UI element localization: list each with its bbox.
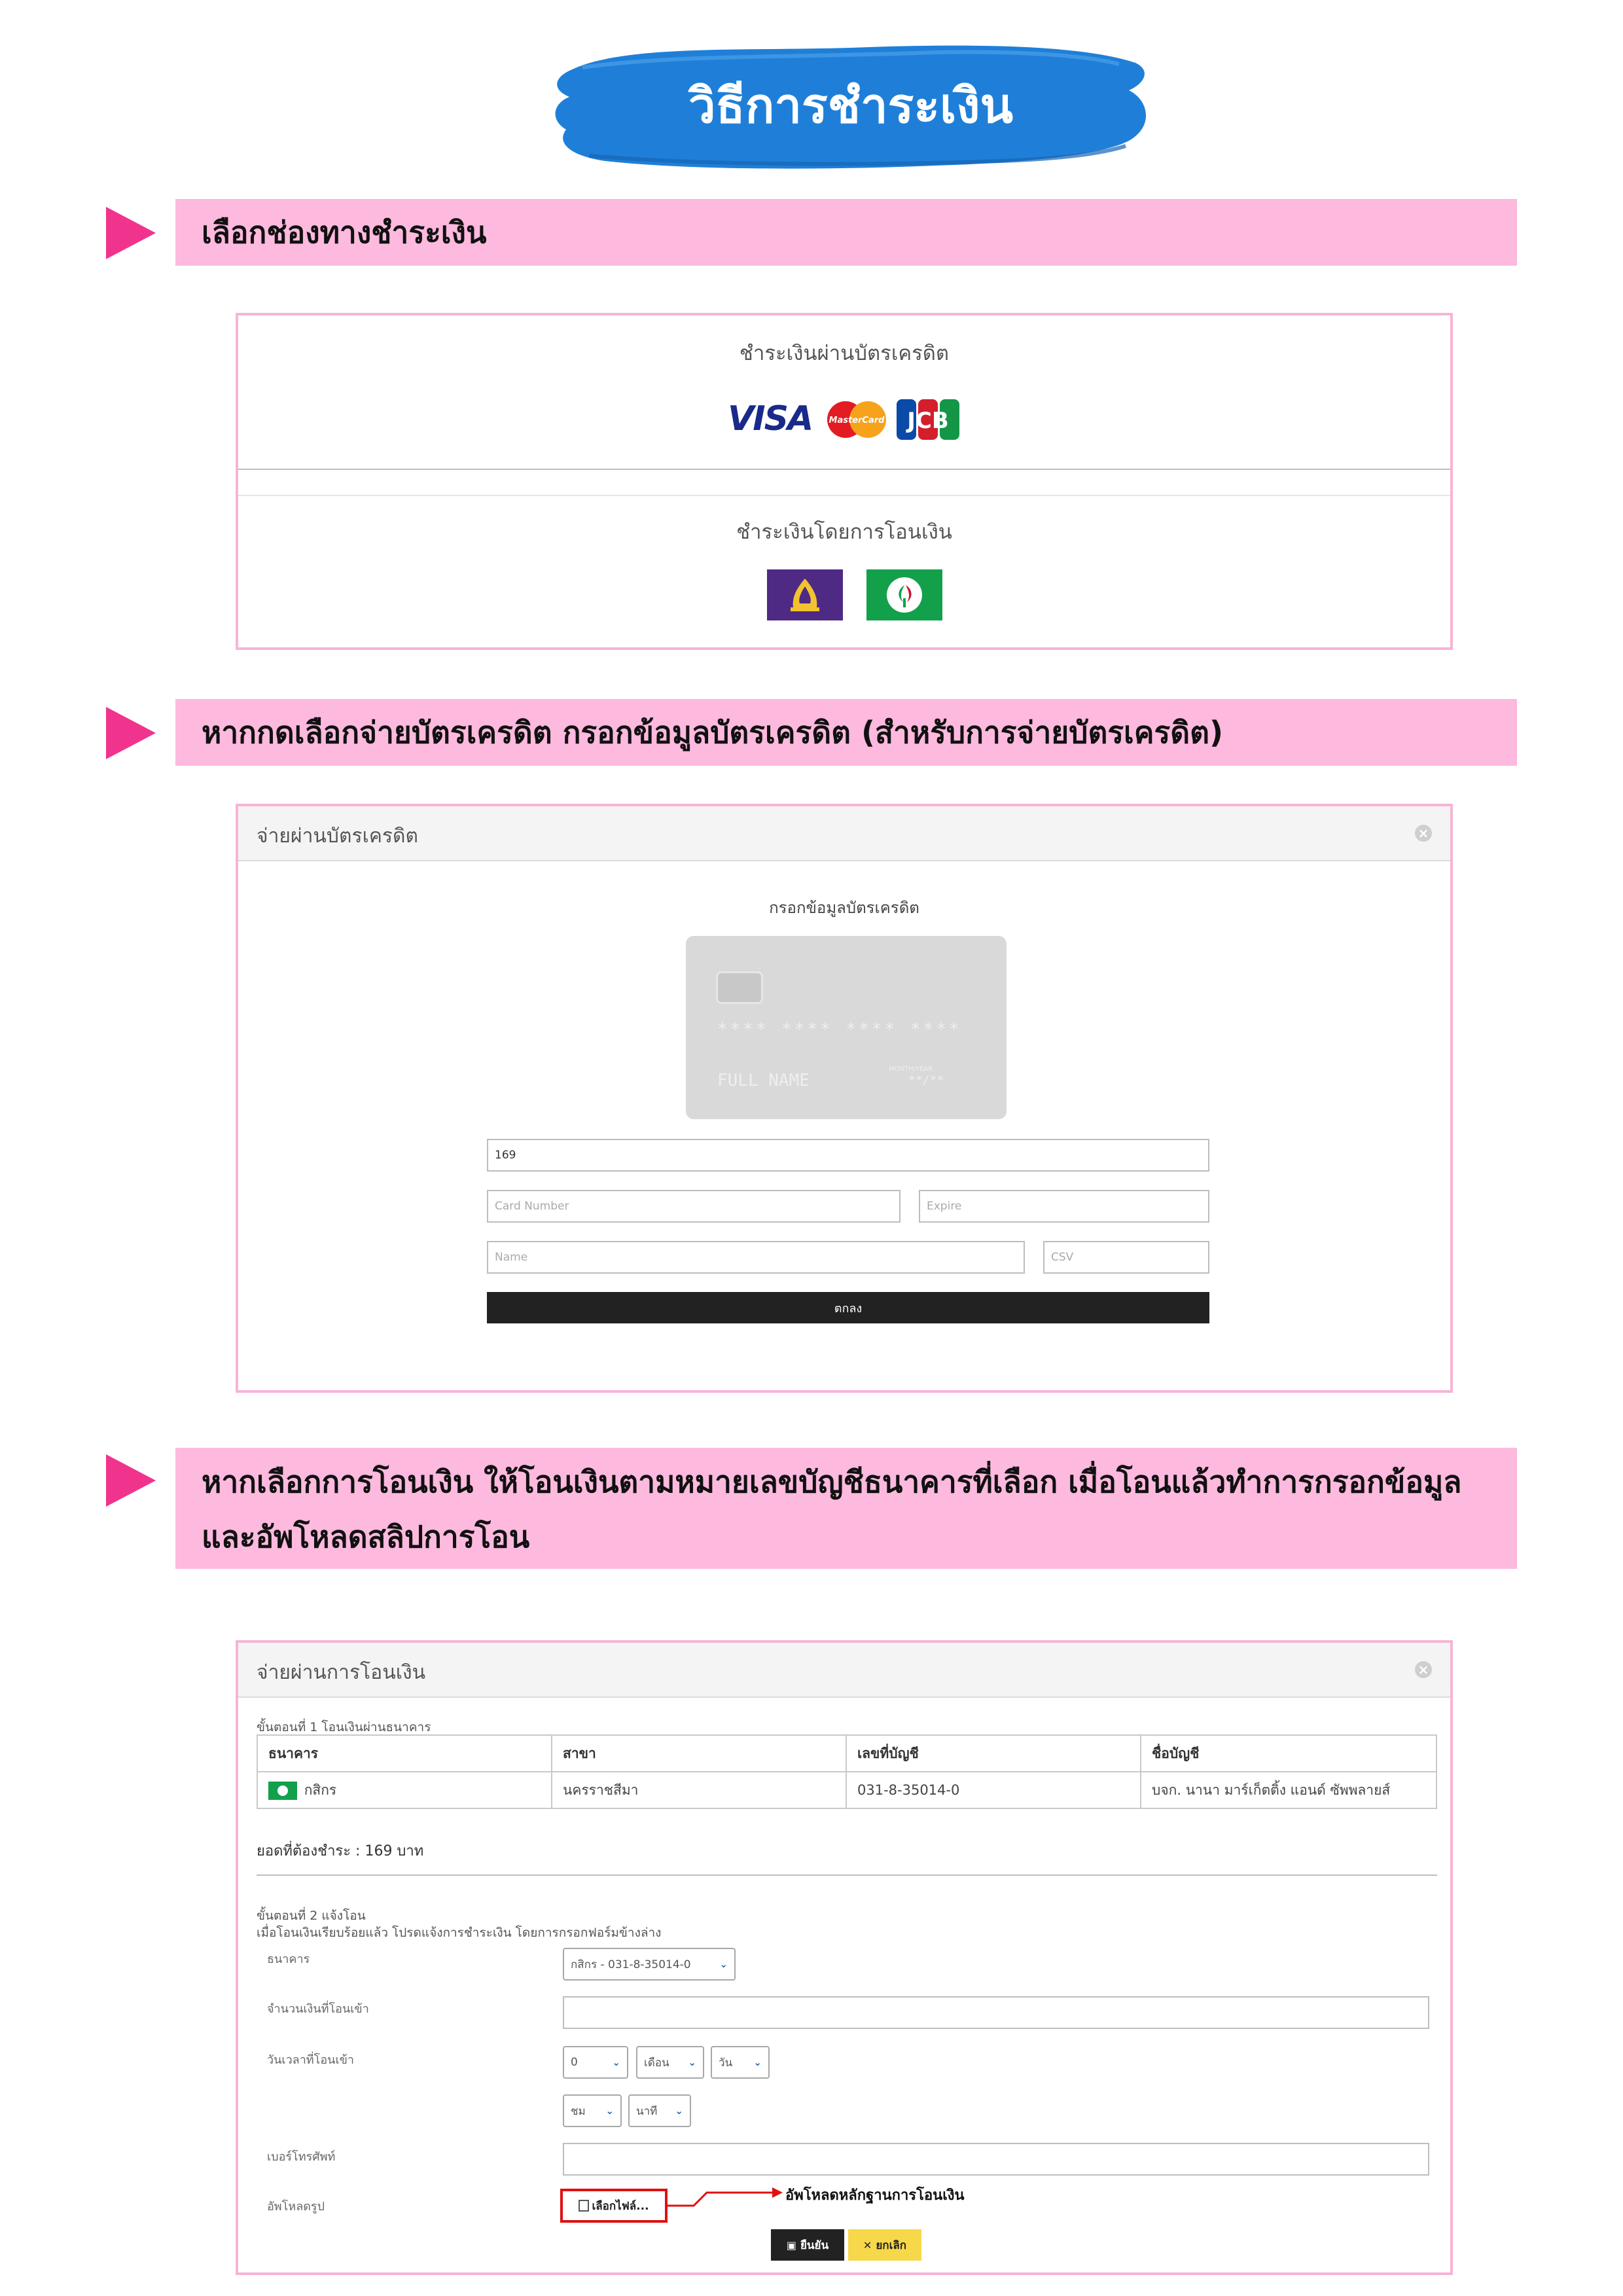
- modal-header: จ่ายผ่านบัตรเครดิต ×: [238, 806, 1450, 861]
- account-name-cell: บจก. นานา มาร์เก็ตติ้ง แอนด์ ซัพพลายส์: [1140, 1771, 1437, 1809]
- card-number-preview: **** **** **** ****: [717, 1020, 962, 1039]
- modal-title: จ่ายผ่านบัตรเครดิต: [257, 825, 418, 848]
- column-header: สาขา: [551, 1734, 847, 1772]
- bank-select-value: กสิกร - 031-8-35014-0: [571, 1958, 691, 1971]
- bank-transfer-option-label: ชำระเงินโดยการโอนเงิน: [736, 520, 952, 544]
- section-arrow-icon: [106, 1454, 156, 1507]
- page-title: วิธีการชำระเงิน: [688, 77, 1014, 134]
- account-number-cell: 031-8-35014-0: [846, 1771, 1141, 1809]
- minute-select[interactable]: นาที ⌄: [628, 2094, 691, 2127]
- card-number-input[interactable]: Card Number: [487, 1190, 901, 1223]
- chevron-down-icon: ⌄: [688, 2056, 696, 2068]
- section-header-1: เลือกช่องทางชำระเงิน: [175, 199, 1517, 266]
- card-expiry-preview: **/**: [908, 1073, 944, 1087]
- divider: [238, 495, 1450, 496]
- mastercard-logo: MasterCard: [827, 401, 886, 438]
- column-header: ชื่อบัญชี: [1140, 1734, 1437, 1772]
- branch-cell: นครราชสีมา: [551, 1771, 847, 1809]
- kbank-logo[interactable]: [866, 569, 942, 620]
- confirm-button[interactable]: ▣ ยืนยัน: [771, 2229, 844, 2261]
- save-icon: ▣: [786, 2238, 796, 2251]
- expire-input[interactable]: Expire: [919, 1190, 1209, 1223]
- minute-select-value: นาที: [636, 2104, 658, 2118]
- form-title: กรอกข้อมูลบัตรเครดิต: [769, 899, 919, 917]
- step2-description: เมื่อโอนเงินเรียบร้อยแล้ว โปรดแจ้งการชำร…: [257, 1926, 662, 1940]
- kbank-icon: [887, 577, 922, 613]
- amount-transferred-input[interactable]: [563, 1996, 1429, 2029]
- upload-label: อัพโหลดรูป: [267, 2200, 325, 2214]
- credit-card-option-label: ชำระเงินผ่านบัตรเครดิต: [739, 342, 950, 365]
- chevron-down-icon: ⌄: [753, 2056, 762, 2068]
- column-header: เลขที่บัญชี: [846, 1734, 1141, 1772]
- submit-button[interactable]: ตกลง: [487, 1292, 1209, 1323]
- hour-select[interactable]: ชม ⌄: [563, 2094, 622, 2127]
- modal-title: จ่ายผ่านการโอนเงิน: [257, 1661, 426, 1684]
- chevron-down-icon: ⌄: [675, 2105, 683, 2117]
- cancel-label: ยกเลิก: [876, 2238, 907, 2252]
- close-icon: ✕: [863, 2238, 872, 2251]
- amount-input[interactable]: 169: [487, 1139, 1209, 1172]
- section-heading-line1: หากเลือกการโอนเงิน ให้โอนเงินตามหมายเลขบ…: [202, 1464, 1462, 1499]
- jcb-logo: JCB: [897, 399, 959, 440]
- bank-label: ธนาคาร: [267, 1952, 310, 1966]
- bank-account-table: ธนาคาร สาขา เลขที่บัญชี ชื่อบัญชี กสิกร …: [257, 1734, 1437, 1809]
- section-header-3: หากเลือกการโอนเงิน ให้โอนเงินตามหมายเลขบ…: [175, 1448, 1517, 1569]
- bank-select[interactable]: กสิกร - 031-8-35014-0 ⌄: [563, 1948, 736, 1981]
- csv-input[interactable]: CSV: [1043, 1241, 1209, 1274]
- phone-input[interactable]: [563, 2143, 1429, 2176]
- svg-text:JCB: JCB: [906, 408, 949, 434]
- chevron-down-icon: ⌄: [612, 2056, 620, 2068]
- section-heading: เลือกช่องทางชำระเงิน: [202, 215, 487, 250]
- table-header-row: ธนาคาร สาขา เลขที่บัญชี ชื่อบัญชี: [257, 1734, 1437, 1772]
- section-arrow-icon: [106, 207, 156, 259]
- divider: [257, 1874, 1437, 1876]
- month-select[interactable]: เดือน ⌄: [636, 2046, 704, 2079]
- day-select-value: วัน: [719, 2056, 733, 2070]
- choose-file-button[interactable]: เลือกไฟล์...: [560, 2189, 668, 2223]
- confirm-label: ยืนยัน: [800, 2238, 829, 2252]
- file-icon: [579, 2200, 590, 2212]
- scb-bank-icon: [791, 579, 819, 611]
- hour-select-value: ชม: [571, 2104, 586, 2118]
- svg-text:MasterCard: MasterCard: [829, 416, 885, 425]
- payment-method-panel: ชำระเงินผ่านบัตรเครดิต VISA MasterCard J…: [236, 313, 1453, 650]
- upload-annotation: อัพโหลดหลักฐานการโอนเงิน: [785, 2187, 965, 2204]
- close-icon[interactable]: ×: [1415, 1661, 1432, 1678]
- amount-label: จำนวนเงินที่โอนเข้า: [267, 2002, 369, 2016]
- month-select-value: เดือน: [644, 2056, 669, 2070]
- bank-cell: กสิกร: [257, 1771, 552, 1809]
- kbank-icon: [268, 1781, 297, 1800]
- visa-logo: VISA: [728, 399, 813, 439]
- chip-icon: [716, 971, 763, 1004]
- scb-bank-logo[interactable]: [767, 569, 843, 620]
- card-name-preview: FULL NAME: [717, 1071, 810, 1090]
- amount-due: ยอดที่ต้องชำระ : 169 บาท: [257, 1843, 424, 1859]
- year-select-value: 0: [571, 2056, 578, 2069]
- credit-card-modal: จ่ายผ่านบัตรเครดิต × กรอกข้อมูลบัตรเครดิ…: [236, 804, 1453, 1393]
- bank-transfer-modal: จ่ายผ่านการโอนเงิน × ขั้นตอนที่ 1 โอนเงิ…: [236, 1640, 1453, 2275]
- cancel-button[interactable]: ✕ ยกเลิก: [848, 2229, 921, 2261]
- card-expiry-label: MONTH/YEAR: [889, 1066, 933, 1073]
- card-preview: **** **** **** **** FULL NAME MONTH/YEAR…: [686, 936, 1007, 1119]
- choose-file-label: เลือกไฟล์...: [592, 2199, 649, 2213]
- phone-label: เบอร์โทรศัพท์: [267, 2150, 336, 2164]
- divider: [238, 469, 1450, 470]
- year-select[interactable]: 0 ⌄: [563, 2046, 628, 2079]
- section-header-2: หากกดเลือกจ่ายบัตรเครดิต กรอกข้อมูลบัตรเ…: [175, 699, 1517, 766]
- credit-card-logos[interactable]: VISA MasterCard JCB: [728, 394, 963, 441]
- section-heading-line2: และอัพโหลดสลิปการโอน: [202, 1519, 530, 1554]
- section-arrow-icon: [106, 707, 156, 759]
- table-row: กสิกร นครราชสีมา 031-8-35014-0 บจก. นานา…: [257, 1771, 1437, 1809]
- bank-name: กสิกร: [304, 1782, 337, 1798]
- chevron-down-icon: ⌄: [719, 1958, 728, 1970]
- modal-header: จ่ายผ่านการโอนเงิน ×: [238, 1643, 1450, 1698]
- chevron-down-icon: ⌄: [605, 2105, 614, 2117]
- name-input[interactable]: Name: [487, 1241, 1025, 1274]
- column-header: ธนาคาร: [257, 1734, 552, 1772]
- section-heading: หากกดเลือกจ่ายบัตรเครดิต กรอกข้อมูลบัตรเ…: [202, 715, 1223, 750]
- close-icon[interactable]: ×: [1415, 825, 1432, 842]
- day-select[interactable]: วัน ⌄: [711, 2046, 770, 2079]
- datetime-label: วันเวลาที่โอนเข้า: [267, 2053, 355, 2067]
- annotation-arrow-icon: [668, 2187, 783, 2207]
